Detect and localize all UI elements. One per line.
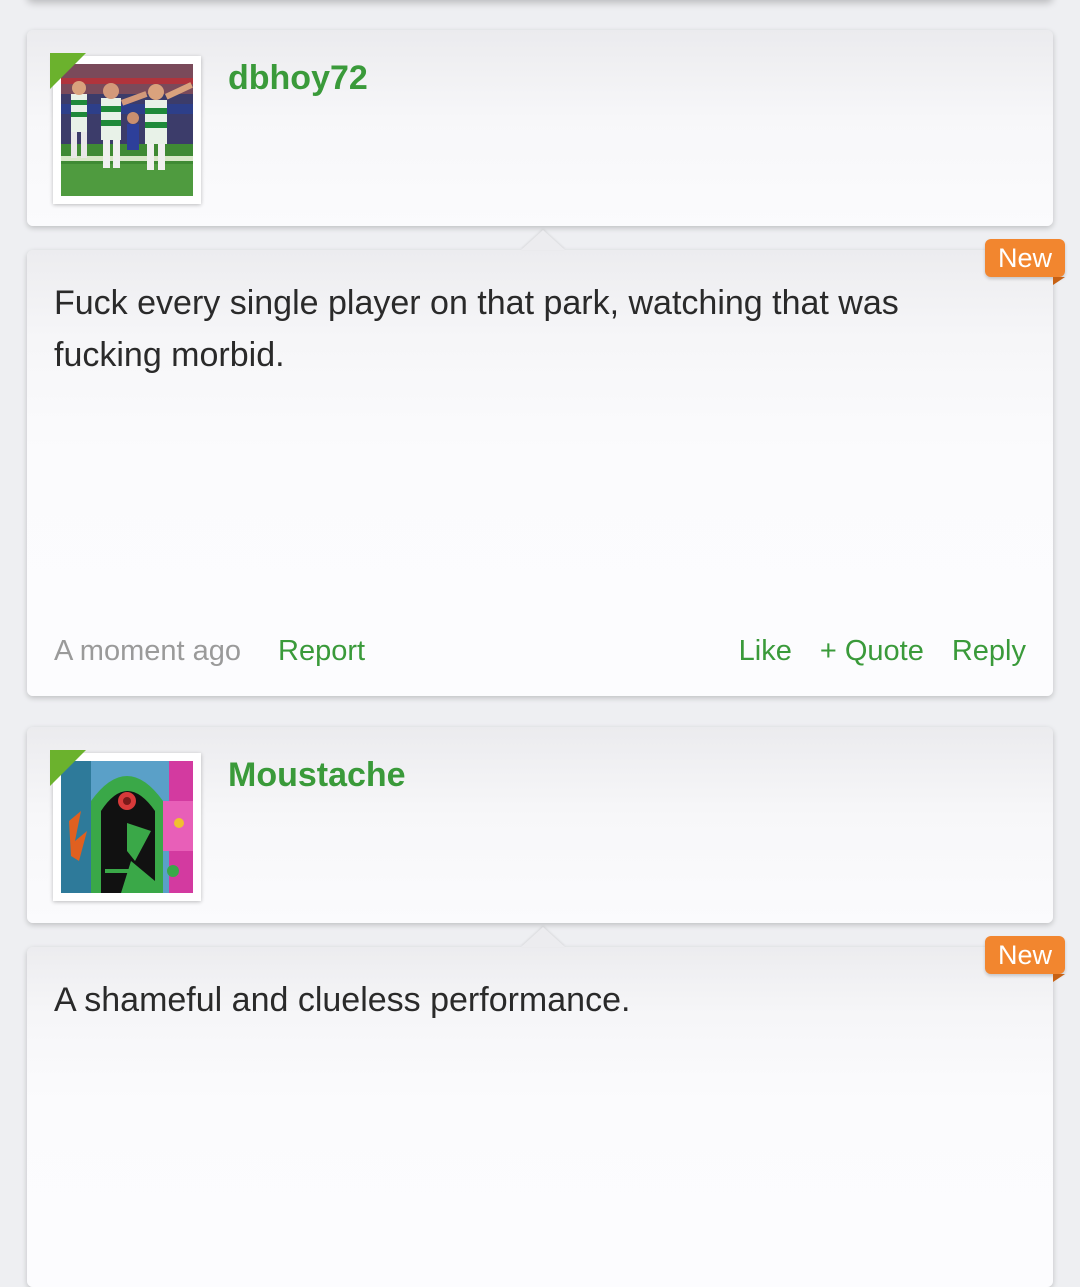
online-indicator-corner (50, 750, 86, 786)
like-button[interactable]: Like (739, 631, 792, 671)
post-text: Fuck every single player on that park, w… (54, 284, 899, 374)
avatar[interactable] (50, 750, 201, 901)
speech-pointer (521, 230, 565, 250)
post-author-card: dbhoy72 (27, 30, 1053, 226)
post-actions: Like + Quote Reply (739, 631, 1026, 671)
author-username[interactable]: Moustache (228, 755, 406, 795)
post-author-card: Moustache (27, 727, 1053, 923)
post-text: A shameful and clueless performance. (54, 981, 631, 1019)
report-link[interactable]: Report (278, 631, 365, 671)
new-badge: New (985, 239, 1065, 285)
speech-pointer (521, 927, 565, 947)
avatar[interactable] (50, 53, 201, 204)
online-indicator-corner (50, 53, 86, 89)
reply-button[interactable]: Reply (952, 631, 1026, 671)
post-footer: A moment ago Report Like + Quote Reply (54, 631, 1026, 671)
post-body-card: New Fuck every single player on that par… (27, 230, 1065, 696)
post-body-card: New A shameful and clueless performance. (27, 927, 1065, 1287)
post-timestamp: A moment ago (54, 635, 241, 667)
new-badge: New (985, 936, 1065, 982)
quote-button[interactable]: + Quote (820, 631, 924, 671)
author-username[interactable]: dbhoy72 (228, 58, 368, 98)
